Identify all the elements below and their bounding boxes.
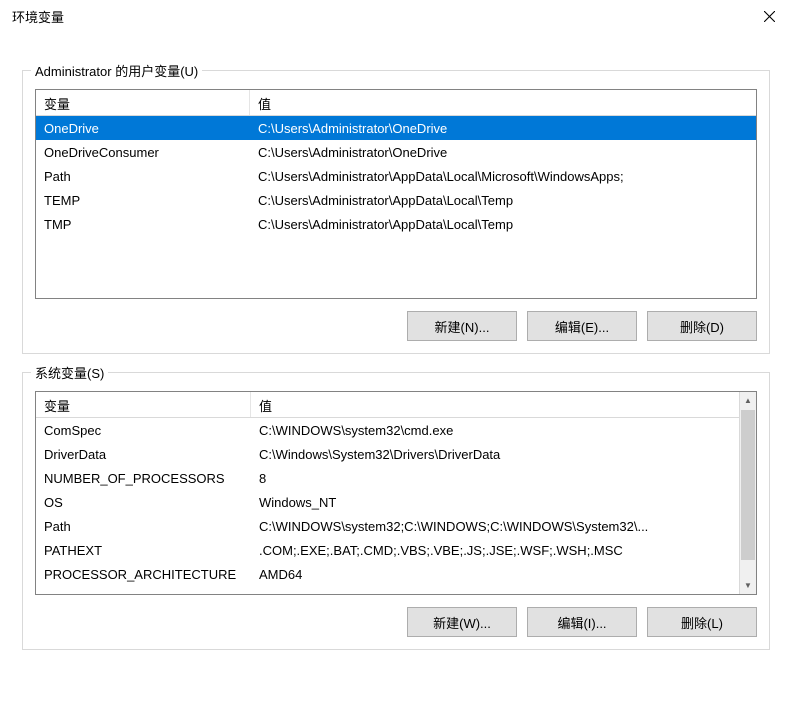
cell-value: C:\Users\Administrator\AppData\Local\Mic…	[250, 169, 756, 184]
col-variable[interactable]: 变量	[36, 90, 250, 115]
cell-value: C:\Users\Administrator\AppData\Local\Tem…	[250, 217, 756, 232]
close-button[interactable]	[746, 0, 792, 32]
dialog-body: Administrator 的用户变量(U) 变量 值 OneDriveC:\U…	[0, 32, 792, 660]
cell-value: C:\WINDOWS\system32\cmd.exe	[251, 423, 739, 438]
table-row[interactable]: PathC:\Users\Administrator\AppData\Local…	[36, 164, 756, 188]
cell-value: 8	[251, 471, 739, 486]
system-vars-legend: 系统变量(S)	[31, 363, 108, 382]
cell-variable: DriverData	[36, 447, 251, 462]
cell-value: Windows_NT	[251, 495, 739, 510]
cell-value: C:\Windows\System32\Drivers\DriverData	[251, 447, 739, 462]
cell-value: AMD64	[251, 567, 739, 582]
table-row[interactable]: OSWindows_NT	[36, 490, 739, 514]
table-row[interactable]: PathC:\WINDOWS\system32;C:\WINDOWS;C:\WI…	[36, 514, 739, 538]
cell-variable: PATHEXT	[36, 543, 251, 558]
cell-value: C:\Users\Administrator\AppData\Local\Tem…	[250, 193, 756, 208]
cell-value: C:\WINDOWS\system32;C:\WINDOWS;C:\WINDOW…	[251, 519, 739, 534]
table-row[interactable]: TMPC:\Users\Administrator\AppData\Local\…	[36, 212, 756, 236]
user-vars-header[interactable]: 变量 值	[36, 90, 756, 116]
col-value[interactable]: 值	[250, 90, 756, 115]
scroll-up-icon[interactable]: ▲	[740, 392, 756, 409]
cell-variable: TMP	[36, 217, 250, 232]
col-value[interactable]: 值	[251, 392, 739, 417]
system-vars-buttons: 新建(W)... 编辑(I)... 删除(L)	[35, 607, 757, 637]
cell-variable: TEMP	[36, 193, 250, 208]
table-row[interactable]: NUMBER_OF_PROCESSORS8	[36, 466, 739, 490]
close-icon	[764, 11, 775, 22]
cell-variable: OneDrive	[36, 121, 250, 136]
cell-variable: Path	[36, 519, 251, 534]
system-vars-header[interactable]: 变量 值	[36, 392, 739, 418]
cell-value: C:\Users\Administrator\OneDrive	[250, 121, 756, 136]
table-row[interactable]: TEMPC:\Users\Administrator\AppData\Local…	[36, 188, 756, 212]
cell-variable: ComSpec	[36, 423, 251, 438]
table-row[interactable]: DriverDataC:\Windows\System32\Drivers\Dr…	[36, 442, 739, 466]
user-delete-button[interactable]: 删除(D)	[647, 311, 757, 341]
cell-variable: OneDriveConsumer	[36, 145, 250, 160]
table-row[interactable]: PROCESSOR_ARCHITECTUREAMD64	[36, 562, 739, 586]
user-vars-group: Administrator 的用户变量(U) 变量 值 OneDriveC:\U…	[22, 70, 770, 354]
scrollbar[interactable]: ▲ ▼	[739, 392, 756, 594]
cell-value: C:\Users\Administrator\OneDrive	[250, 145, 756, 160]
window-title: 环境变量	[12, 7, 64, 26]
cell-variable: NUMBER_OF_PROCESSORS	[36, 471, 251, 486]
user-edit-button[interactable]: 编辑(E)...	[527, 311, 637, 341]
user-vars-buttons: 新建(N)... 编辑(E)... 删除(D)	[35, 311, 757, 341]
table-row[interactable]: PATHEXT.COM;.EXE;.BAT;.CMD;.VBS;.VBE;.JS…	[36, 538, 739, 562]
user-new-button[interactable]: 新建(N)...	[407, 311, 517, 341]
scroll-down-icon[interactable]: ▼	[740, 577, 756, 594]
table-row[interactable]: OneDriveConsumerC:\Users\Administrator\O…	[36, 140, 756, 164]
user-vars-rows: OneDriveC:\Users\Administrator\OneDriveO…	[36, 116, 756, 236]
system-vars-list[interactable]: 变量 值 ComSpecC:\WINDOWS\system32\cmd.exeD…	[35, 391, 757, 595]
user-vars-list[interactable]: 变量 值 OneDriveC:\Users\Administrator\OneD…	[35, 89, 757, 299]
scrollbar-thumb[interactable]	[741, 410, 755, 560]
col-variable[interactable]: 变量	[36, 392, 251, 417]
cell-variable: OS	[36, 495, 251, 510]
table-row[interactable]: OneDriveC:\Users\Administrator\OneDrive	[36, 116, 756, 140]
system-new-button[interactable]: 新建(W)...	[407, 607, 517, 637]
system-vars-group: 系统变量(S) 变量 值 ComSpecC:\WINDOWS\system32\…	[22, 372, 770, 650]
system-vars-rows: ComSpecC:\WINDOWS\system32\cmd.exeDriver…	[36, 418, 739, 586]
cell-variable: PROCESSOR_ARCHITECTURE	[36, 567, 251, 582]
cell-variable: Path	[36, 169, 250, 184]
cell-value: .COM;.EXE;.BAT;.CMD;.VBS;.VBE;.JS;.JSE;.…	[251, 543, 739, 558]
system-edit-button[interactable]: 编辑(I)...	[527, 607, 637, 637]
titlebar: 环境变量	[0, 0, 792, 32]
user-vars-legend: Administrator 的用户变量(U)	[31, 61, 202, 80]
system-delete-button[interactable]: 删除(L)	[647, 607, 757, 637]
table-row[interactable]: ComSpecC:\WINDOWS\system32\cmd.exe	[36, 418, 739, 442]
